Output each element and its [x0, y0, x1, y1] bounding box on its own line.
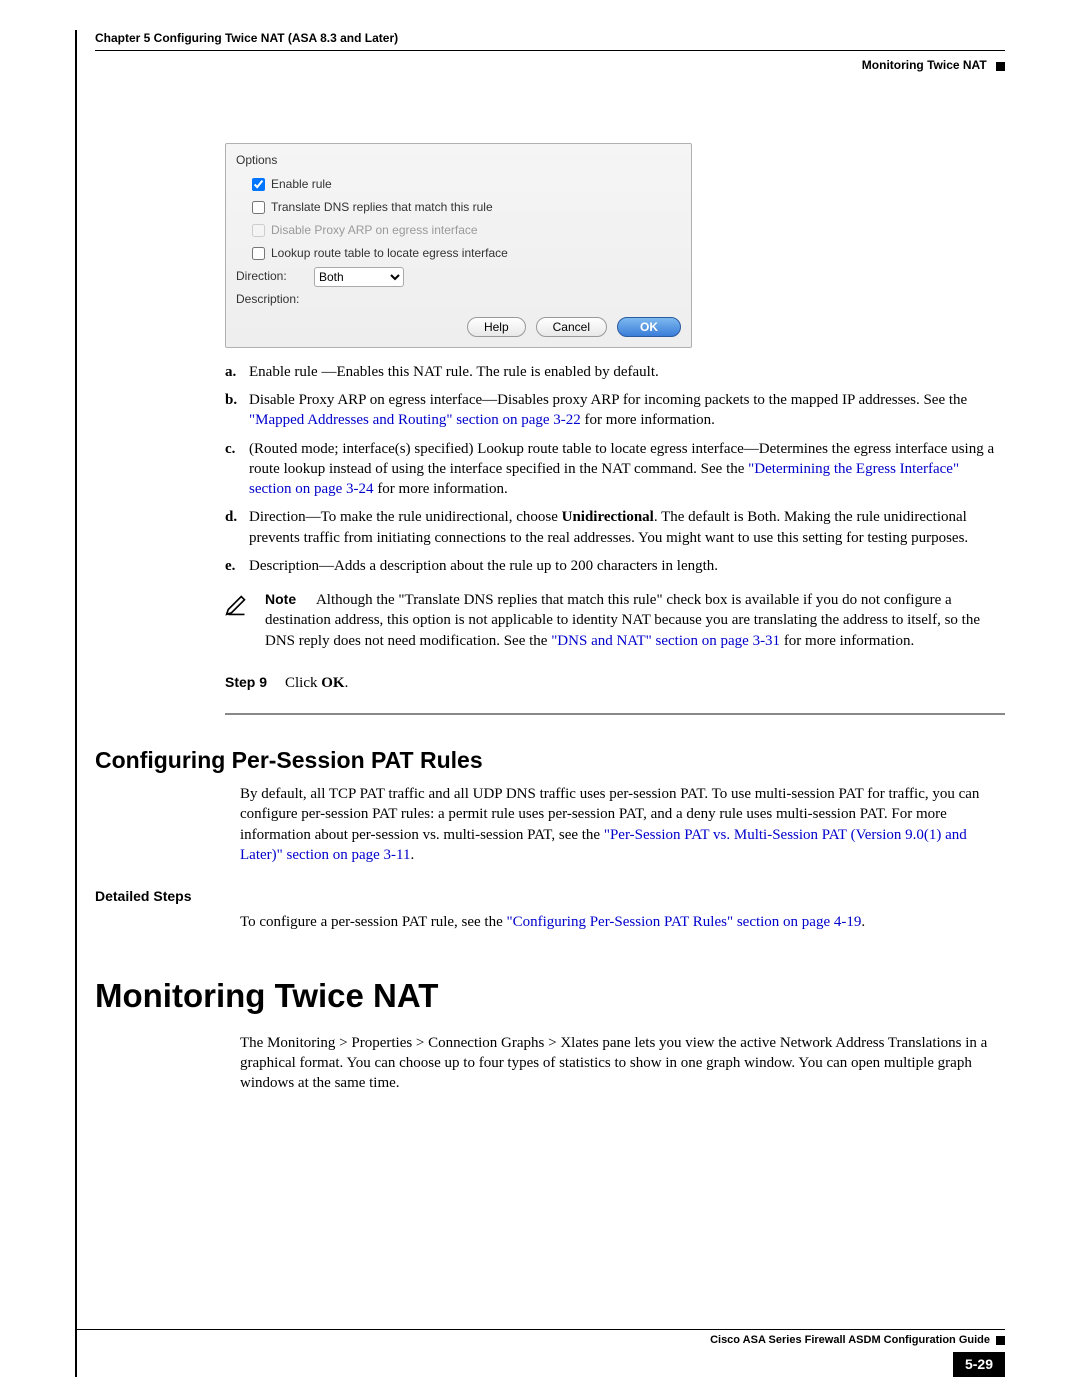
link-mapped-addresses[interactable]: "Mapped Addresses and Routing" section o… [249, 412, 581, 428]
direction-row: Direction: Both [236, 267, 681, 287]
lookup-route-label: Lookup route table to locate egress inte… [271, 245, 508, 261]
page-number: 5-29 [953, 1352, 1005, 1377]
translate-dns-checkbox[interactable] [252, 201, 265, 214]
heading-monitoring-twice-nat: Monitoring Twice NAT [95, 974, 1005, 1019]
lookup-route-row: Lookup route table to locate egress inte… [248, 244, 681, 263]
cancel-button[interactable]: Cancel [536, 317, 607, 337]
heading-pat-rules: Configuring Per-Session PAT Rules [95, 745, 1005, 776]
note-text: Note Although the "Translate DNS replies… [265, 590, 1005, 651]
item-d: d. Direction—To make the rule unidirecti… [225, 507, 1005, 548]
lettered-list: a. Enable rule —Enables this NAT rule. T… [225, 362, 1005, 576]
left-rule-decoration [75, 30, 77, 1377]
text-d: Direction—To make the rule unidirectiona… [249, 507, 1005, 548]
marker-c: c. [225, 439, 249, 500]
text-b: Disable Proxy ARP on egress interface—Di… [249, 390, 1005, 431]
description-row: Description: [236, 291, 681, 307]
note-block: Note Although the "Translate DNS replies… [225, 590, 1005, 651]
step-9: Step 9 Click OK. [225, 673, 1005, 693]
text-e: Description—Adds a description about the… [249, 556, 1005, 576]
direction-select[interactable]: Both [314, 267, 404, 287]
description-label: Description: [236, 291, 314, 307]
marker-a: a. [225, 362, 249, 382]
help-button[interactable]: Help [467, 317, 526, 337]
section-separator [225, 713, 1005, 715]
ok-button[interactable]: OK [617, 317, 681, 337]
step-9-text: Click OK. [285, 673, 348, 693]
translate-dns-label: Translate DNS replies that match this ru… [271, 199, 493, 215]
footer-guide-title: Cisco ASA Series Firewall ASDM Configura… [710, 1333, 990, 1348]
item-e: e. Description—Adds a description about … [225, 556, 1005, 576]
options-group-title: Options [236, 152, 681, 168]
item-c: c. (Routed mode; interface(s) specified)… [225, 439, 1005, 500]
header-square-icon [996, 62, 1005, 71]
disable-proxy-arp-checkbox [252, 224, 265, 237]
lookup-route-checkbox[interactable] [252, 247, 265, 260]
marker-e: e. [225, 556, 249, 576]
item-b: b. Disable Proxy ARP on egress interface… [225, 390, 1005, 431]
disable-proxy-arp-row: Disable Proxy ARP on egress interface [248, 221, 681, 240]
marker-b: b. [225, 390, 249, 431]
pat-body: By default, all TCP PAT traffic and all … [240, 784, 1005, 865]
translate-dns-row: Translate DNS replies that match this ru… [248, 198, 681, 217]
section-label: Monitoring Twice NAT [862, 58, 987, 72]
detailed-steps-heading: Detailed Steps [95, 887, 1005, 906]
link-dns-nat[interactable]: "DNS and NAT" section on page 3-31 [551, 633, 780, 649]
text-c: (Routed mode; interface(s) specified) Lo… [249, 439, 1005, 500]
running-header: Chapter 5 Configuring Twice NAT (ASA 8.3… [95, 30, 1005, 73]
enable-rule-label: Enable rule [271, 176, 332, 192]
direction-label: Direction: [236, 268, 314, 284]
item-a: a. Enable rule —Enables this NAT rule. T… [225, 362, 1005, 382]
chapter-label: Chapter 5 Configuring Twice NAT (ASA 8.3… [95, 30, 398, 46]
options-dialog: Options Enable rule Translate DNS replie… [225, 143, 692, 347]
page: Chapter 5 Configuring Twice NAT (ASA 8.3… [0, 0, 1080, 1397]
text-a: Enable rule —Enables this NAT rule. The … [249, 362, 1005, 382]
marker-d: d. [225, 507, 249, 548]
dialog-button-row: Help Cancel OK [236, 317, 681, 337]
enable-rule-checkbox[interactable] [252, 178, 265, 191]
link-configuring-pat-rules[interactable]: "Configuring Per-Session PAT Rules" sect… [507, 914, 862, 930]
note-label: Note [265, 590, 313, 609]
disable-proxy-arp-label: Disable Proxy ARP on egress interface [271, 222, 478, 238]
monitoring-body: The Monitoring > Properties > Connection… [240, 1033, 1005, 1094]
note-pencil-icon [225, 590, 265, 651]
step-9-label: Step 9 [225, 673, 285, 693]
detailed-steps-body: To configure a per-session PAT rule, see… [240, 912, 1005, 932]
page-footer: Cisco ASA Series Firewall ASDM Configura… [75, 1329, 1005, 1377]
enable-rule-row: Enable rule [248, 175, 681, 194]
footer-square-icon [996, 1336, 1005, 1345]
